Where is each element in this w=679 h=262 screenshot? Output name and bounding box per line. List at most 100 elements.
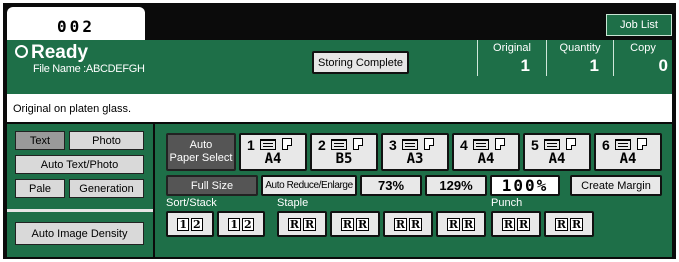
punch-icon: R bbox=[517, 217, 531, 231]
ready-circle-icon bbox=[15, 45, 28, 58]
tray-size: A4 bbox=[264, 151, 282, 167]
preset-129-button[interactable]: 129% bbox=[425, 175, 487, 196]
storing-complete-button[interactable]: Storing Complete bbox=[312, 51, 409, 74]
glyph: R bbox=[342, 217, 352, 231]
paper-tray-5-button[interactable]: 5 A4 bbox=[523, 133, 591, 171]
paper-tray-icon bbox=[615, 139, 631, 150]
sort-button[interactable]: 1 2 bbox=[166, 211, 214, 237]
glyph: R bbox=[395, 217, 405, 231]
glyph: 2 bbox=[244, 217, 252, 231]
paper-sheet-icon bbox=[495, 138, 505, 150]
paper-tray-2-button[interactable]: 2 B5 bbox=[310, 133, 378, 171]
auto-paper-line2: Paper Select bbox=[169, 152, 233, 164]
glyph: R bbox=[503, 217, 513, 231]
tray-size: B5 bbox=[335, 151, 353, 167]
generation-mode-button[interactable]: Generation bbox=[69, 179, 144, 198]
panel-divider bbox=[7, 209, 153, 212]
photo-mode-button[interactable]: Photo bbox=[69, 131, 144, 150]
ready-status: Ready bbox=[15, 42, 88, 64]
glyph: R bbox=[556, 217, 566, 231]
job-list-button[interactable]: Job List bbox=[606, 14, 672, 36]
paper-tray-4-button[interactable]: 4 A4 bbox=[452, 133, 520, 171]
text-mode-button[interactable]: Text bbox=[15, 131, 65, 150]
copy-count: Copy 0 bbox=[613, 40, 672, 76]
staple-icon: R bbox=[303, 217, 317, 231]
staple-label: Staple bbox=[277, 197, 309, 209]
staple-icon: R bbox=[340, 217, 354, 231]
message-bar: Original on platen glass. bbox=[7, 94, 672, 122]
status-band: Ready File Name :ABCDEFGH Storing Comple… bbox=[7, 40, 672, 94]
staple-icon: R bbox=[462, 217, 476, 231]
copy-label: Copy bbox=[630, 42, 656, 54]
stack-button[interactable]: 1 2 bbox=[217, 211, 265, 237]
glyph: R bbox=[305, 217, 315, 231]
staple-icon: R bbox=[446, 217, 460, 231]
punch-icon: R bbox=[570, 217, 584, 231]
stack-icon: 2 bbox=[242, 217, 254, 231]
original-label: Original bbox=[493, 42, 531, 54]
punch-label: Punch bbox=[491, 197, 523, 209]
sort-icon: 2 bbox=[191, 217, 203, 231]
punch-left-button[interactable]: R R bbox=[491, 211, 541, 237]
stack-icon: 1 bbox=[228, 217, 240, 231]
tray-size: A3 bbox=[406, 151, 424, 167]
ready-label: Ready bbox=[31, 42, 89, 63]
sort-stack-label: Sort/Stack bbox=[166, 197, 217, 209]
staple-top-right-button[interactable]: R R bbox=[436, 211, 486, 237]
auto-paper-select-button[interactable]: Auto Paper Select bbox=[166, 133, 236, 171]
quantity-value: 1 bbox=[589, 56, 599, 75]
punch-icon: R bbox=[554, 217, 568, 231]
paper-sheet-icon bbox=[566, 138, 576, 150]
paper-tray-icon bbox=[402, 139, 418, 150]
glyph: 1 bbox=[179, 217, 187, 231]
auto-paper-line1: Auto bbox=[189, 139, 213, 151]
glyph: 1 bbox=[230, 217, 238, 231]
staple-icon: R bbox=[409, 217, 423, 231]
staple-icon: R bbox=[356, 217, 370, 231]
paper-tray-icon bbox=[331, 139, 347, 150]
quantity-count: Quantity 1 bbox=[546, 40, 613, 76]
image-mode-panel: Text Photo Auto Text/Photo Pale Generati… bbox=[7, 124, 153, 257]
tray-size: A4 bbox=[548, 151, 566, 167]
quantity-label: Quantity bbox=[559, 42, 601, 54]
staple-icon: R bbox=[287, 217, 301, 231]
glyph: R bbox=[411, 217, 421, 231]
copier-panel: 002 Job List Ready File Name :ABCDEFGH S… bbox=[3, 3, 676, 259]
staple-two-position-button[interactable]: R R bbox=[383, 211, 433, 237]
full-size-button[interactable]: Full Size bbox=[166, 175, 258, 196]
auto-text-photo-button[interactable]: Auto Text/Photo bbox=[15, 155, 144, 174]
auto-image-density-button[interactable]: Auto Image Density bbox=[15, 222, 144, 245]
glyph: R bbox=[289, 217, 299, 231]
copy-value: 0 bbox=[658, 56, 668, 75]
job-number: 002 bbox=[57, 17, 95, 36]
preset-73-button[interactable]: 73% bbox=[360, 175, 422, 196]
paper-tray-1-button[interactable]: 1 A4 bbox=[239, 133, 307, 171]
glyph: R bbox=[519, 217, 529, 231]
copy-settings-panel: Auto Paper Select 1 A4 2 B5 3 A3 4 A4 5 … bbox=[155, 124, 672, 257]
paper-sheet-icon bbox=[424, 138, 434, 150]
tray-size: A4 bbox=[477, 151, 495, 167]
paper-sheet-icon bbox=[282, 138, 292, 150]
staple-top-left-button[interactable]: R R bbox=[277, 211, 327, 237]
paper-tray-icon bbox=[260, 139, 276, 150]
paper-tray-icon bbox=[473, 139, 489, 150]
glyph: R bbox=[464, 217, 474, 231]
glyph: R bbox=[572, 217, 582, 231]
paper-tray-icon bbox=[544, 139, 560, 150]
job-tab[interactable]: 002 bbox=[7, 7, 145, 40]
paper-tray-6-button[interactable]: 6 A4 bbox=[594, 133, 662, 171]
staple-top-left-oblique-button[interactable]: R R bbox=[330, 211, 380, 237]
sort-icon: 1 bbox=[177, 217, 189, 231]
punch-top-button[interactable]: R R bbox=[544, 211, 594, 237]
glyph: R bbox=[448, 217, 458, 231]
pale-mode-button[interactable]: Pale bbox=[15, 179, 65, 198]
staple-icon: R bbox=[393, 217, 407, 231]
auto-reduce-enlarge-button[interactable]: Auto Reduce/Enlarge bbox=[261, 175, 357, 196]
glyph: R bbox=[358, 217, 368, 231]
punch-icon: R bbox=[501, 217, 515, 231]
paper-tray-3-button[interactable]: 3 A3 bbox=[381, 133, 449, 171]
original-count: Original 1 bbox=[477, 40, 546, 76]
original-value: 1 bbox=[520, 56, 530, 75]
paper-sheet-icon bbox=[353, 138, 363, 150]
create-margin-button[interactable]: Create Margin bbox=[570, 175, 662, 196]
